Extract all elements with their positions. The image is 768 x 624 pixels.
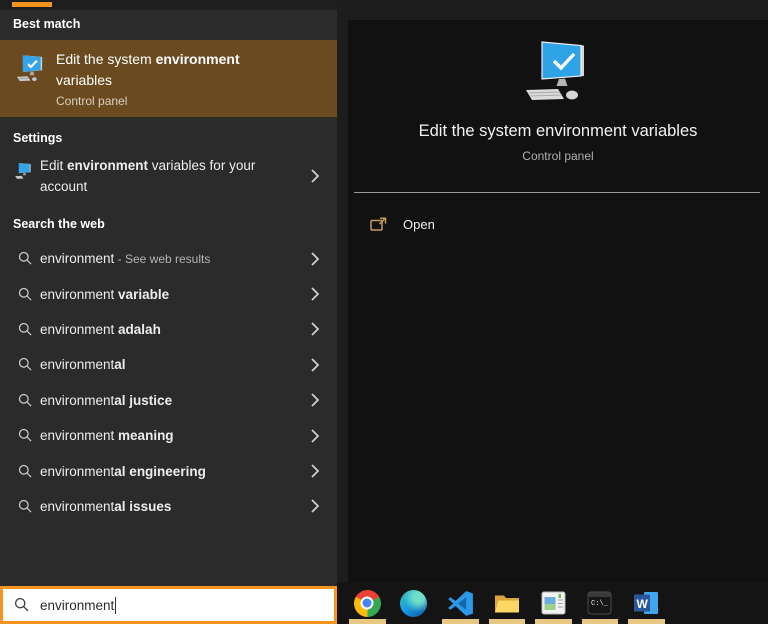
- settings-header: Settings: [13, 131, 63, 145]
- search-tabs-strip: [0, 0, 337, 10]
- running-app-indicator: [349, 619, 386, 624]
- web-result-text: environment - See web results: [40, 251, 211, 267]
- pc-display-icon: [14, 161, 33, 185]
- web-result-row[interactable]: environmental engineering: [0, 453, 337, 488]
- preview-divider: [354, 192, 760, 193]
- edge-icon: [400, 589, 428, 617]
- search-icon: [18, 322, 33, 337]
- taskbar: C:\_ W: [337, 582, 768, 624]
- running-app-indicator: [581, 619, 618, 624]
- web-result-text: environmental issues: [40, 498, 172, 514]
- web-result-row[interactable]: environmental issues: [0, 489, 337, 524]
- preview-subtitle: Control panel: [522, 149, 594, 163]
- running-app-indicator: [488, 619, 525, 624]
- active-tab-indicator: [12, 2, 52, 7]
- chevron-right-icon[interactable]: [310, 498, 320, 514]
- chevron-right-icon[interactable]: [310, 392, 320, 408]
- chevron-right-icon[interactable]: [310, 321, 320, 337]
- running-app-indicator: [535, 619, 572, 624]
- taskbar-button-chrome[interactable]: [344, 582, 391, 624]
- web-result-text: environmental justice: [40, 392, 173, 408]
- running-app-indicator: [442, 619, 479, 624]
- chevron-right-icon[interactable]: [310, 357, 320, 373]
- file-explorer-icon: [493, 590, 521, 617]
- search-icon: [18, 251, 33, 266]
- pc-check-icon-large: [348, 40, 768, 104]
- web-result-row[interactable]: environment meaning: [0, 418, 337, 453]
- chrome-icon: [353, 589, 381, 617]
- chevron-right-icon[interactable]: [310, 286, 320, 302]
- search-icon: [18, 357, 33, 372]
- web-result-row[interactable]: environment adalah: [0, 312, 337, 347]
- system-window-icon: [541, 591, 566, 615]
- taskbar-button-word[interactable]: W: [623, 582, 670, 624]
- web-result-text: environment meaning: [40, 428, 174, 444]
- web-result-text: environment variable: [40, 286, 170, 302]
- web-result-text: environmental engineering: [40, 463, 206, 479]
- word-icon: W: [632, 590, 660, 616]
- best-match-result[interactable]: Edit the system environment variables Co…: [0, 40, 337, 117]
- best-match-subtitle: Control panel: [56, 94, 128, 108]
- search-icon: [18, 393, 33, 408]
- windows-search-screen: Best match Edit the system environment v…: [0, 0, 768, 624]
- search-icon: [18, 499, 33, 514]
- search-results-panel: Best match Edit the system environment v…: [0, 0, 337, 624]
- search-icon: [14, 597, 30, 613]
- taskbar-button-system-window[interactable]: [530, 582, 577, 624]
- best-match-title: Edit the system environment variables: [56, 51, 240, 88]
- vscode-icon: [447, 590, 474, 617]
- settings-result-title: Edit environment variables for your acco…: [40, 158, 256, 194]
- best-match-header: Best match: [13, 17, 81, 31]
- open-action[interactable]: Open: [348, 210, 768, 238]
- svg-text:C:\_: C:\_: [591, 600, 609, 608]
- search-icon: [18, 428, 33, 443]
- web-result-row[interactable]: environment - See web results: [0, 241, 337, 276]
- running-app-indicator: [628, 619, 665, 624]
- taskbar-button-edge[interactable]: [391, 582, 438, 624]
- open-action-label: Open: [403, 216, 435, 232]
- web-result-text: environment adalah: [40, 321, 161, 337]
- web-result-row[interactable]: environmental justice: [0, 383, 337, 418]
- text-caret: [115, 596, 117, 614]
- web-result-row[interactable]: environment variable: [0, 276, 337, 311]
- search-input[interactable]: environment: [0, 586, 337, 624]
- search-icon: [18, 464, 33, 479]
- result-preview-panel: Edit the system environment variables Co…: [348, 20, 768, 582]
- open-external-icon: [370, 216, 387, 232]
- preview-title: Edit the system environment variables: [418, 122, 698, 140]
- chevron-right-icon[interactable]: [310, 251, 320, 267]
- settings-result[interactable]: Edit environment variables for your acco…: [0, 150, 337, 202]
- search-input-value: environment: [40, 597, 115, 613]
- taskbar-button-command-prompt[interactable]: C:\_: [577, 582, 624, 624]
- chevron-right-icon[interactable]: [310, 428, 320, 444]
- chevron-right-icon[interactable]: [310, 168, 320, 184]
- svg-text:W: W: [637, 597, 649, 611]
- search-web-list: environment - See web results environment…: [0, 241, 337, 524]
- chevron-right-icon[interactable]: [310, 463, 320, 479]
- taskbar-button-vscode[interactable]: [437, 582, 484, 624]
- pc-check-icon: [15, 52, 46, 88]
- search-web-header: Search the web: [13, 217, 105, 231]
- taskbar-button-file-explorer[interactable]: [484, 582, 531, 624]
- command-prompt-icon: C:\_: [587, 591, 612, 615]
- web-result-text: environmental: [40, 357, 126, 373]
- web-result-row[interactable]: environmental: [0, 347, 337, 382]
- search-icon: [18, 287, 33, 302]
